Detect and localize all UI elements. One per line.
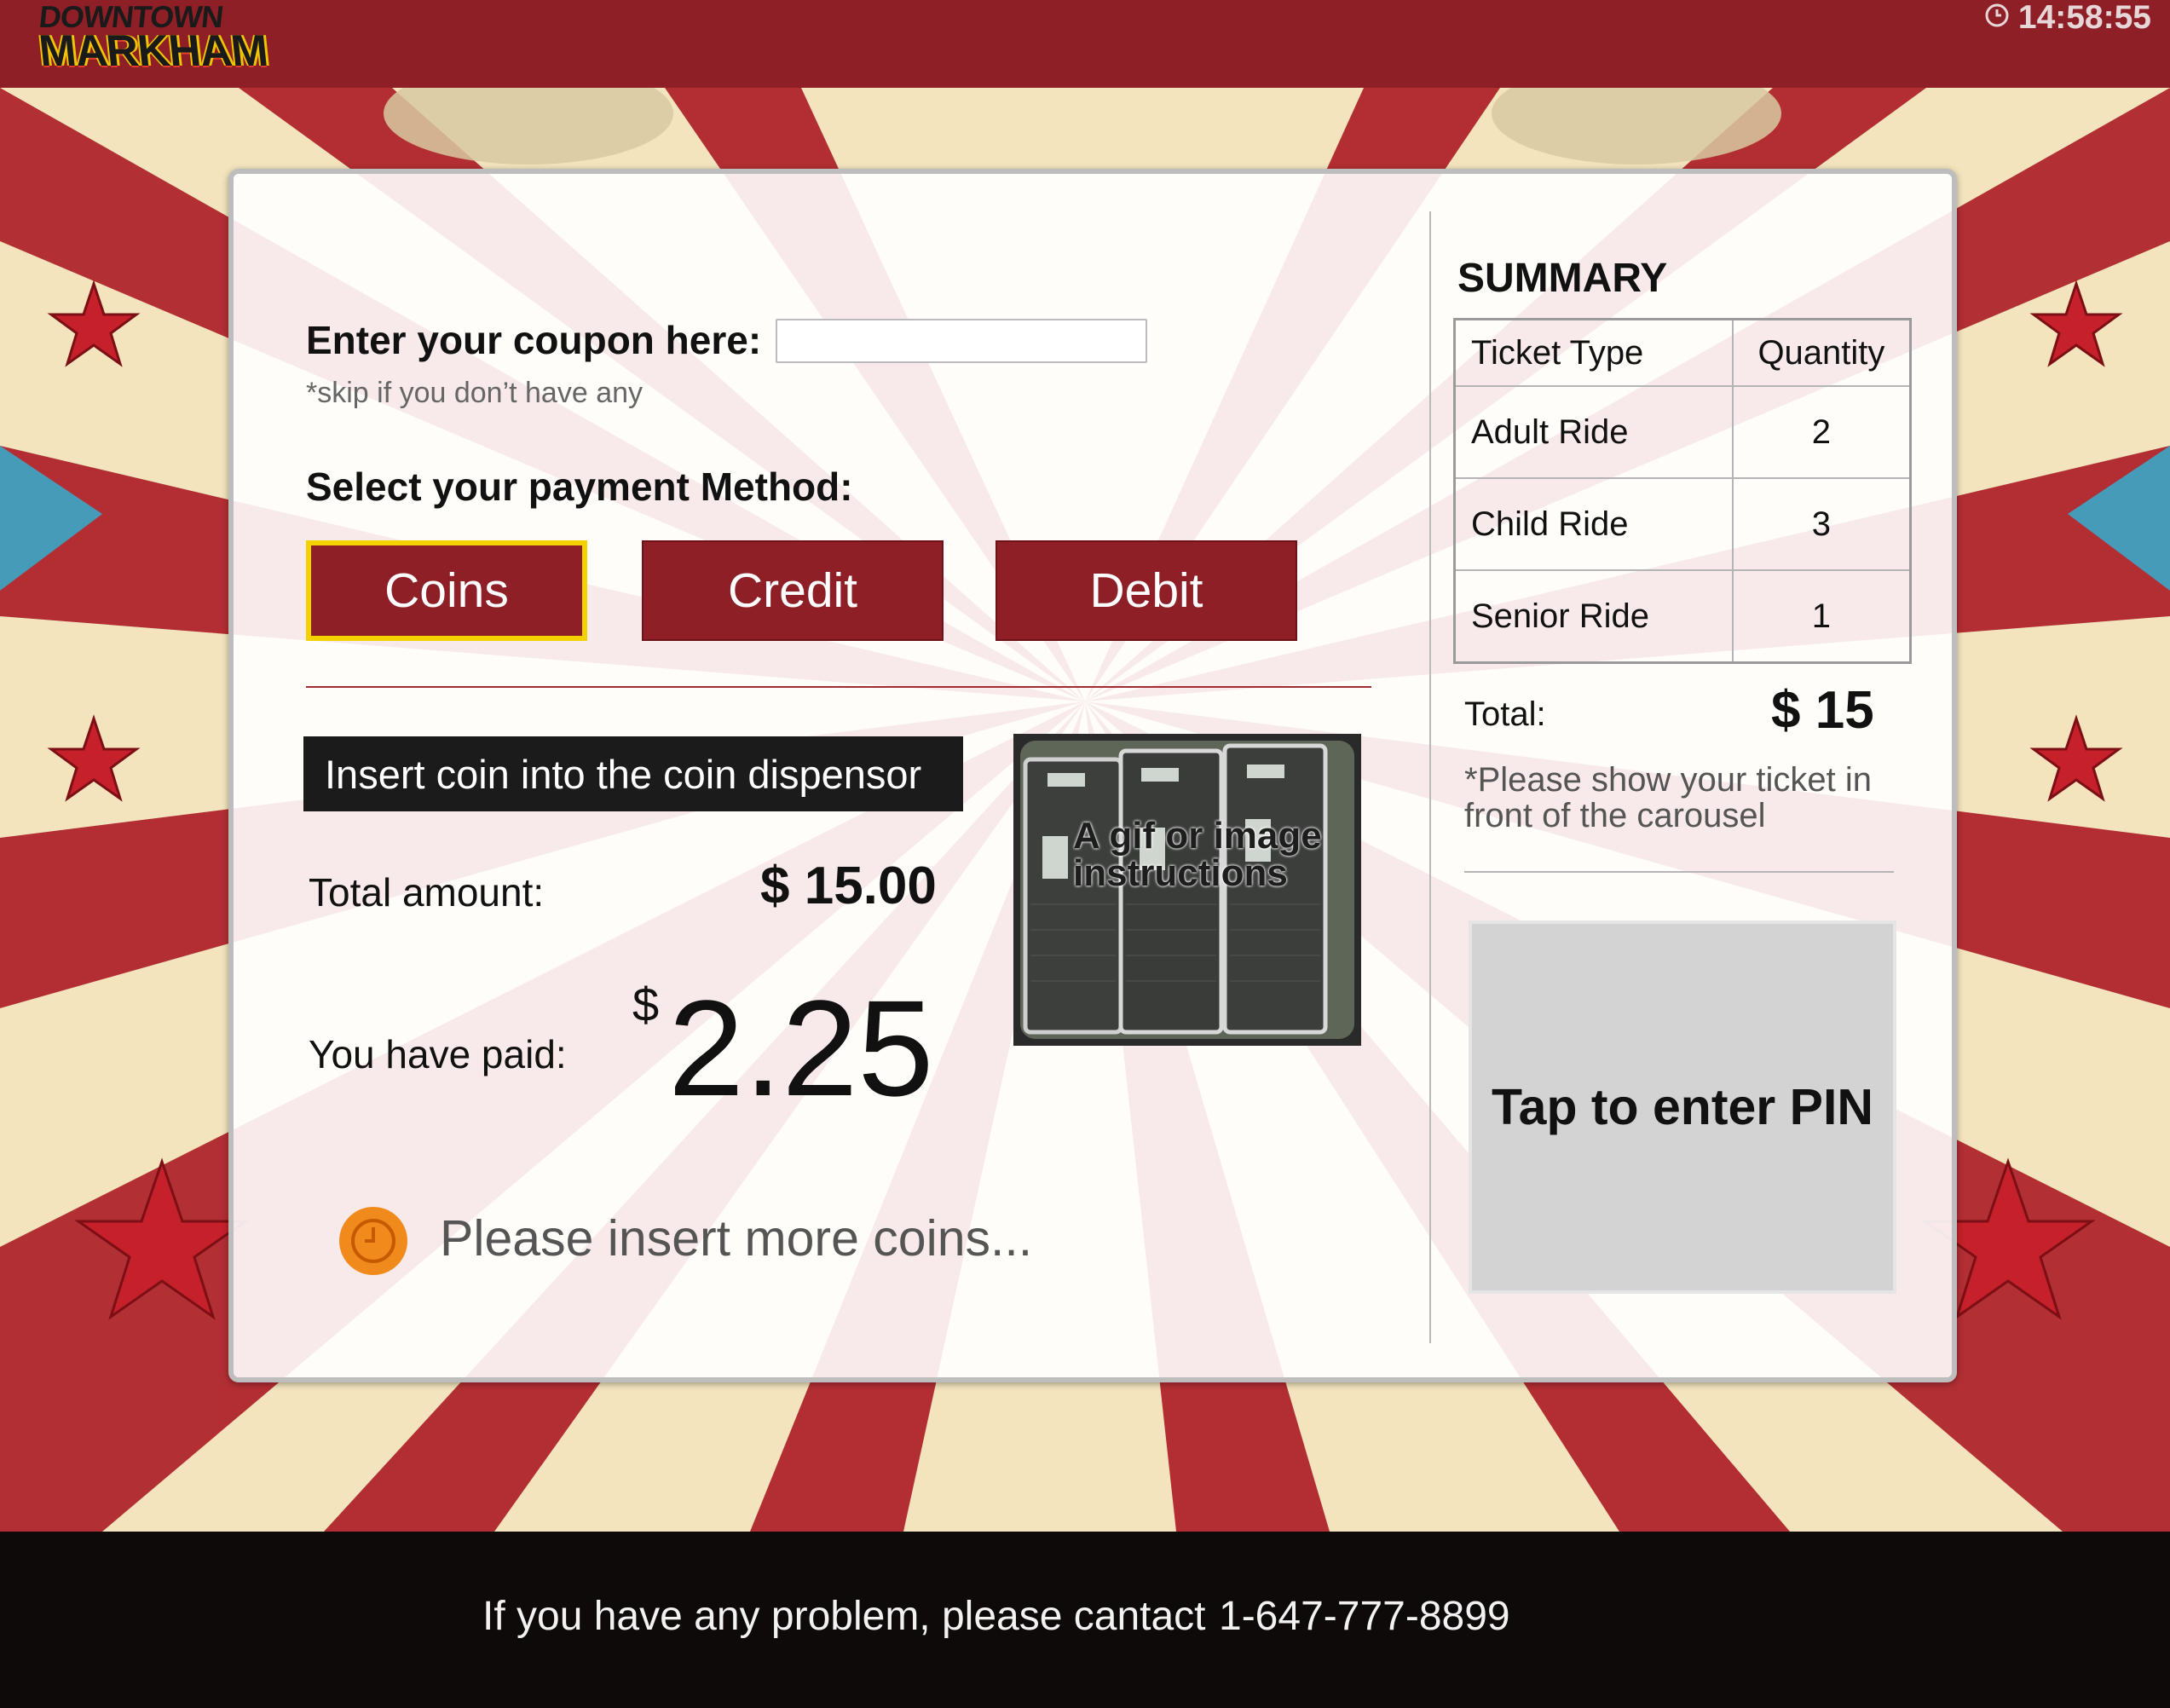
payment-card: Enter your coupon here: *skip if you don… (228, 169, 1957, 1382)
section-divider (306, 686, 1371, 688)
quantity-cell: 2 (1731, 385, 1912, 479)
ticket-type-cell: Adult Ride (1453, 385, 1734, 479)
clock: 14:58:55 (1984, 0, 2151, 36)
paid-label: You have paid: (309, 1032, 567, 1076)
column-header-quantity: Quantity (1731, 318, 1912, 387)
summary-header-row: Ticket Type Quantity (1453, 318, 1912, 387)
quantity-cell: 3 (1731, 477, 1912, 571)
footer-bar: If you have any problem, please cantact … (0, 1532, 2170, 1708)
insert-coin-banner: Insert coin into the coin dispensor (303, 736, 963, 811)
support-phone: 1-647-777-8899 (1219, 1594, 1510, 1639)
table-row: Child Ride 3 (1453, 477, 1912, 571)
coupon-hint: *skip if you don’t have any (306, 377, 643, 409)
total-amount-value: $ 15.00 (760, 857, 937, 915)
coins-button[interactable]: Coins (306, 540, 587, 641)
clock-icon (339, 1207, 407, 1275)
ticket-type-cell: Senior Ride (1453, 569, 1734, 664)
ticket-note: *Please show your ticket in front of the… (1464, 761, 1873, 834)
coin-machine-image: A gif or image instructions (1013, 734, 1361, 1046)
ticket-type-cell: Child Ride (1453, 477, 1734, 571)
coupon-input[interactable] (776, 319, 1147, 363)
summary-total-label: Total: (1464, 695, 1546, 733)
total-amount-label: Total amount: (309, 870, 545, 915)
credit-button[interactable]: Credit (642, 540, 944, 641)
payment-method-label: Select your payment Method: (306, 465, 853, 509)
summary-table: Ticket Type Quantity Adult Ride 2 Child … (1453, 318, 1912, 664)
coupon-label: Enter your coupon here: (306, 318, 762, 362)
paid-currency: $ (632, 978, 660, 1031)
table-row: Senior Ride 1 (1453, 569, 1912, 664)
quantity-cell: 1 (1731, 569, 1912, 664)
clock-time: 14:58:55 (2017, 0, 2151, 36)
clock-icon (1984, 0, 2010, 37)
paid-amount: 2.25 (668, 972, 934, 1124)
summary-title: SUMMARY (1457, 256, 1668, 301)
enter-pin-button[interactable]: Tap to enter PIN (1469, 920, 1896, 1294)
summary-total-value: $ 15 (1771, 681, 1874, 740)
logo-line-2: MARKHAM (36, 26, 270, 76)
debit-button[interactable]: Debit (996, 540, 1297, 641)
status-message: Please insert more coins... (440, 1210, 1033, 1267)
summary-divider (1464, 871, 1894, 873)
table-row: Adult Ride 2 (1453, 385, 1912, 479)
column-header-ticket-type: Ticket Type (1453, 318, 1734, 387)
column-divider (1429, 211, 1431, 1343)
instructions-caption: A gif or image instructions (1073, 815, 1322, 894)
support-message: If you have any problem, please cantact (482, 1594, 1206, 1639)
downtown-markham-logo: DOWNTOWN MARKHAM (36, 0, 286, 76)
top-bar: DOWNTOWN MARKHAM 14:58:55 (0, 0, 2170, 88)
